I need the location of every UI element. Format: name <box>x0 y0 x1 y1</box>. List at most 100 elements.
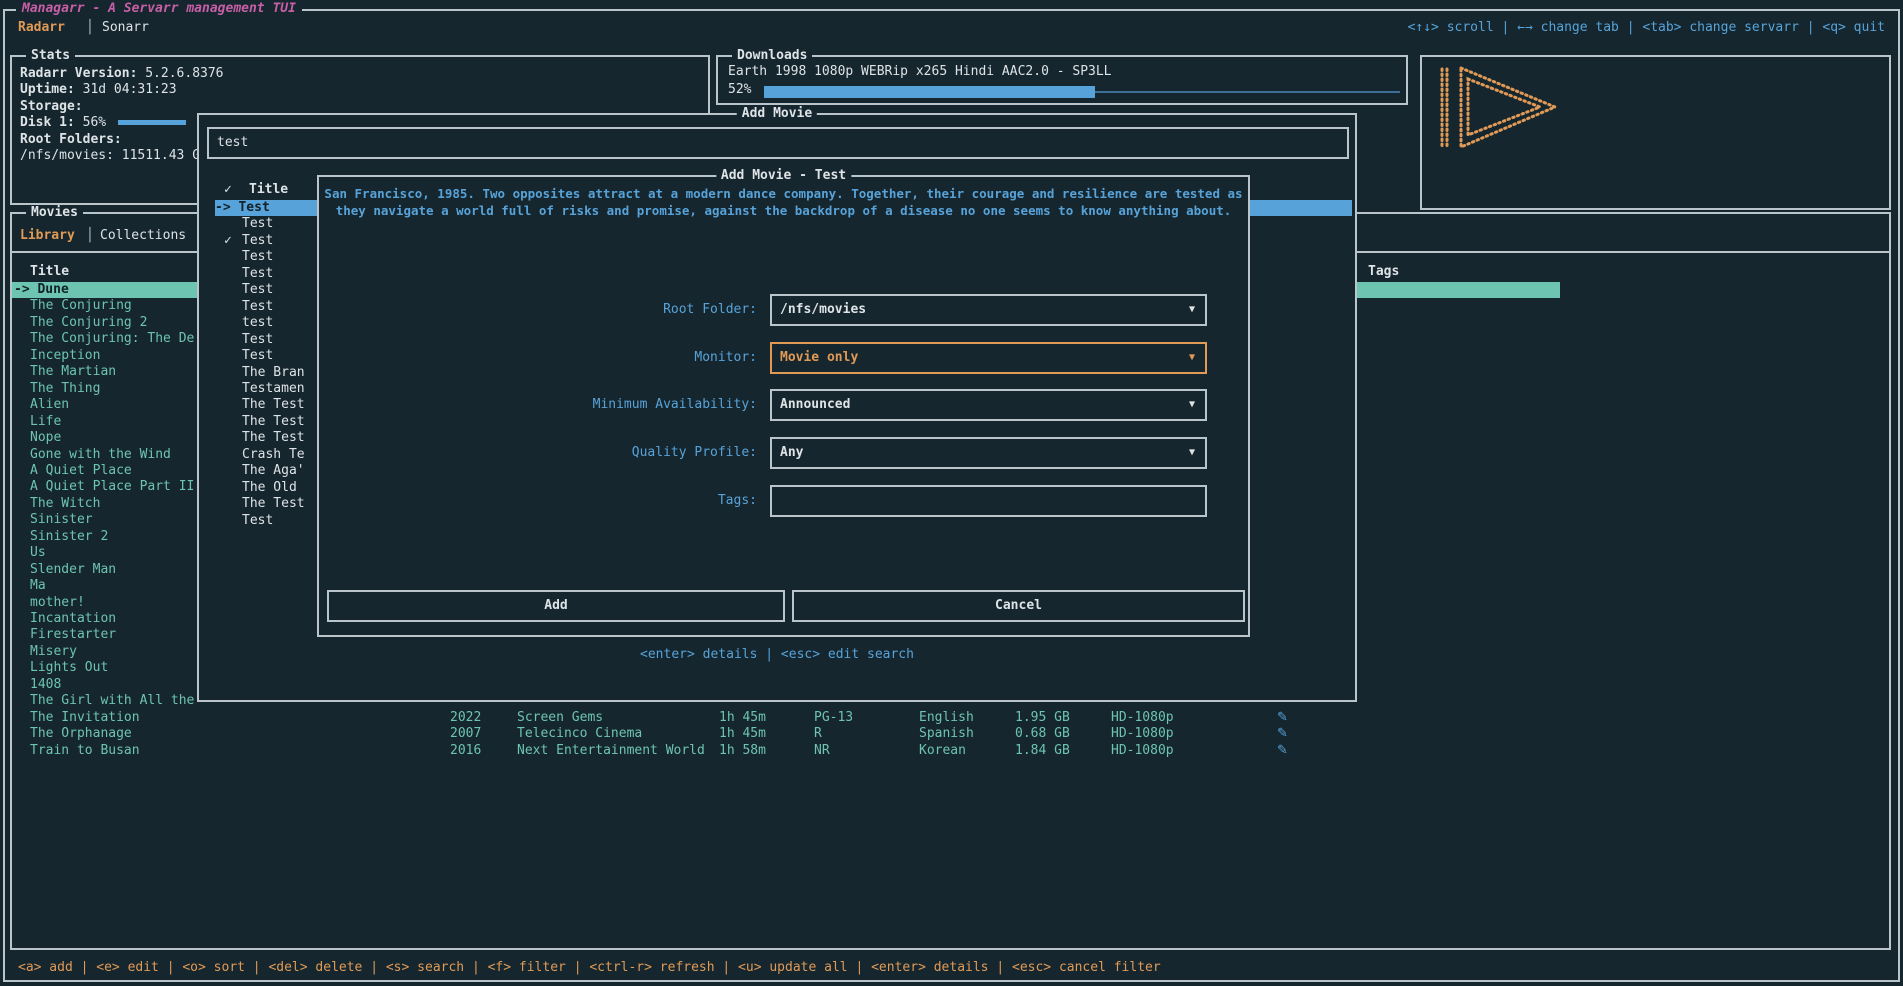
result-title: Crash Te <box>242 447 305 463</box>
movie-title: The Thing <box>30 381 100 397</box>
movie-year: 2016 <box>450 743 481 759</box>
movie-title: mother! <box>30 595 85 611</box>
result-title: The Test <box>242 397 305 413</box>
movie-title: Nope <box>30 430 61 446</box>
movie-title: Slender Man <box>30 562 116 578</box>
movie-size: 1.95 GB <box>1015 710 1070 726</box>
app-title: Managarr - A Servarr management TUI <box>16 1 302 17</box>
movie-title: Alien <box>30 397 69 413</box>
minimum-availability-select[interactable]: Announced▼ <box>770 389 1207 421</box>
movie-title: The Invitation <box>30 710 140 726</box>
popup-hint-keybindings: <enter> details | <esc> edit search <box>199 647 1355 663</box>
bottom-keybindings: <a> add | <e> edit | <o> sort | <del> de… <box>18 960 1161 976</box>
movie-title: The Martian <box>30 364 116 380</box>
stats-line: Root Folders: <box>20 132 122 148</box>
movie-size: 1.84 GB <box>1015 743 1070 759</box>
movie-title: The Conjuring <box>30 298 132 314</box>
library-movie-row[interactable]: Train to Busan2016Next Entertainment Wor… <box>12 743 1889 760</box>
movie-title: Gone with the Wind <box>30 447 171 463</box>
cancel-button[interactable]: Cancel <box>792 590 1245 622</box>
stats-label: Disk 1: <box>20 115 75 130</box>
movie-title: Lights Out <box>30 660 108 676</box>
stats-line: Disk 1: 56% <box>20 115 106 131</box>
result-title: The Aga' <box>242 463 305 479</box>
result-title: Testamen <box>242 381 305 397</box>
stats-label: Storage: <box>20 99 83 114</box>
stats-label: Root Folders: <box>20 132 122 147</box>
tab-separator: │ <box>86 20 94 36</box>
movie-title: Ma <box>30 578 46 594</box>
movie-title: A Quiet Place <box>30 463 132 479</box>
result-title: Test <box>242 348 273 364</box>
movie-title: Incantation <box>30 611 116 627</box>
monitored-icon: ✎ <box>1277 726 1288 742</box>
stats-label: Radarr Version: <box>20 66 137 81</box>
movie-title: Inception <box>30 348 100 364</box>
tags-input[interactable] <box>770 485 1207 517</box>
stats-value: 5.2.6.8376 <box>137 66 223 81</box>
result-title: The Test <box>242 430 305 446</box>
movie-studio: Screen Gems <box>517 710 603 726</box>
result-title: -> Test <box>215 200 270 216</box>
tab-radarr[interactable]: Radarr <box>18 20 65 36</box>
quality-profile-select-value: Any <box>780 444 803 462</box>
root-folder-select-value: /nfs/movies <box>780 301 866 319</box>
logo-panel <box>1420 55 1891 210</box>
monitor-select[interactable]: Movie only▼ <box>770 342 1207 374</box>
downloads-panel-title: Downloads <box>732 48 812 64</box>
movie-title: Sinister 2 <box>30 529 108 545</box>
stats-line: Uptime: 31d 04:31:23 <box>20 82 177 98</box>
quality-profile-select[interactable]: Any ▼ <box>770 437 1207 469</box>
dropdown-arrow-icon: ▼ <box>1189 446 1195 460</box>
movie-size: 0.68 GB <box>1015 726 1070 742</box>
add-button[interactable]: Add <box>327 590 785 622</box>
movie-quality: HD-1080p <box>1111 710 1174 726</box>
movie-quality: HD-1080p <box>1111 726 1174 742</box>
download-item-name: Earth 1998 1080p WEBRip x265 Hindi AAC2.… <box>728 64 1112 80</box>
quality-profile-select-label: Quality Profile: <box>319 445 757 461</box>
movie-title: -> Dune <box>14 282 69 298</box>
result-title: The Old <box>242 480 297 496</box>
result-title: Test <box>242 233 273 249</box>
movie-runtime: 1h 45m <box>719 726 766 742</box>
movie-title: The Orphanage <box>30 726 132 742</box>
stats-label: Uptime: <box>20 82 75 97</box>
top-keybindings: <↑↓> scroll | ←→ change tab | <tab> chan… <box>1408 20 1885 36</box>
monitor-select-value: Movie only <box>780 349 858 367</box>
add-movie-modal: Add Movie - Test San Francisco, 1985. Tw… <box>317 175 1250 637</box>
root-folder-select[interactable]: /nfs/movies▼ <box>770 294 1207 326</box>
in-library-check-icon: ✓ <box>224 233 232 249</box>
cancel-button-label: Cancel <box>995 598 1042 613</box>
stats-line: /nfs/movies: 11511.43 GB <box>20 148 208 164</box>
movie-title: 1408 <box>30 677 61 693</box>
tab-sonarr[interactable]: Sonarr <box>102 20 149 36</box>
movie-studio: Telecinco Cinema <box>517 726 642 742</box>
movie-studio: Next Entertainment World <box>517 743 705 759</box>
disk-usage-gauge <box>118 120 186 125</box>
stats-value: 56% <box>75 115 106 130</box>
result-title: Test <box>242 282 273 298</box>
library-movie-row[interactable]: The Invitation2022Screen Gems1h 45mPG-13… <box>12 710 1889 727</box>
movie-runtime: 1h 58m <box>719 743 766 759</box>
download-progress-fill <box>764 86 1095 98</box>
monitor-select-label: Monitor: <box>319 350 757 366</box>
dropdown-arrow-icon: ▼ <box>1189 398 1195 412</box>
movie-title: The Witch <box>30 496 100 512</box>
result-title: Test <box>242 513 273 529</box>
result-title: The Test <box>242 414 305 430</box>
movie-certification: NR <box>814 743 830 759</box>
movie-language: Korean <box>919 743 966 759</box>
movie-title: Sinister <box>30 512 93 528</box>
movie-title: Life <box>30 414 61 430</box>
result-title: Test <box>242 249 273 265</box>
result-title: test <box>242 315 273 331</box>
movie-title: Us <box>30 545 46 561</box>
root-folder-select-label: Root Folder: <box>319 302 757 318</box>
result-title: Test <box>242 266 273 282</box>
library-movie-row[interactable]: The Orphanage2007Telecinco Cinema1h 45mR… <box>12 726 1889 743</box>
movie-certification: R <box>814 726 822 742</box>
stats-label: /nfs/movies: <box>20 148 114 163</box>
movie-language: English <box>919 710 974 726</box>
movie-runtime: 1h 45m <box>719 710 766 726</box>
movie-quality: HD-1080p <box>1111 743 1174 759</box>
